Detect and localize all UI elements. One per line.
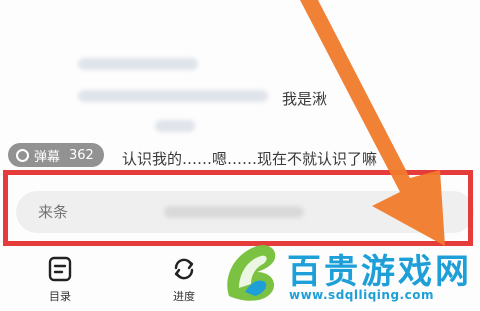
blurred-text — [155, 120, 195, 132]
danmaku-toggle[interactable]: 弹幕 362 — [8, 143, 104, 167]
reader-line: 我是湫 — [282, 90, 328, 108]
toolbar-label: 进度 — [173, 290, 195, 303]
danmaku-label: 弹幕 — [34, 149, 61, 165]
watermark-title: 百贵游戏网 — [286, 251, 472, 293]
progress-icon — [174, 258, 194, 280]
blurred-text — [78, 90, 268, 102]
toolbar-label: 目录 — [49, 290, 71, 303]
highlight-frame — [3, 170, 473, 246]
toolbar-item-progress[interactable]: 进度 — [159, 256, 209, 304]
watermark-logo-icon — [227, 245, 276, 301]
catalog-icon — [48, 256, 72, 282]
watermark-url: www.sdqlliqing.com — [289, 288, 434, 302]
toolbar-item-catalog[interactable]: 目录 — [35, 256, 85, 304]
blurred-text — [78, 58, 198, 70]
circle-icon — [16, 148, 29, 162]
site-watermark: 百贵游戏网 www.sdqlliqing.com — [217, 236, 480, 311]
danmaku-count: 362 — [69, 147, 94, 163]
reader-line: 认识我的……嗯……现在不就认识了嘛 — [122, 150, 378, 168]
